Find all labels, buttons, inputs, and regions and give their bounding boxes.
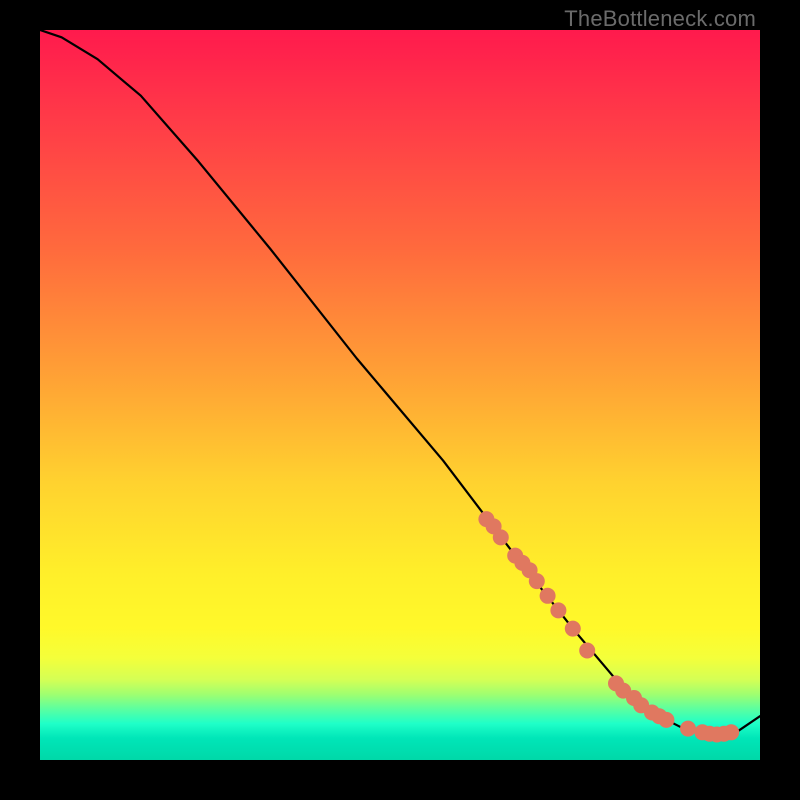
highlight-dot <box>550 602 566 618</box>
highlight-dot <box>493 529 509 545</box>
watermark-text: TheBottleneck.com <box>564 6 756 32</box>
highlight-dot <box>529 573 545 589</box>
highlight-dot <box>723 724 739 740</box>
highlight-dot <box>540 588 556 604</box>
chart-frame: TheBottleneck.com <box>0 0 800 800</box>
highlight-dot <box>579 643 595 659</box>
chart-overlay <box>40 30 760 760</box>
highlight-dots <box>478 511 739 742</box>
plot-area <box>40 30 760 760</box>
highlight-dot <box>680 721 696 737</box>
highlight-dot <box>658 712 674 728</box>
highlight-dot <box>565 621 581 637</box>
bottleneck-curve <box>40 30 760 735</box>
